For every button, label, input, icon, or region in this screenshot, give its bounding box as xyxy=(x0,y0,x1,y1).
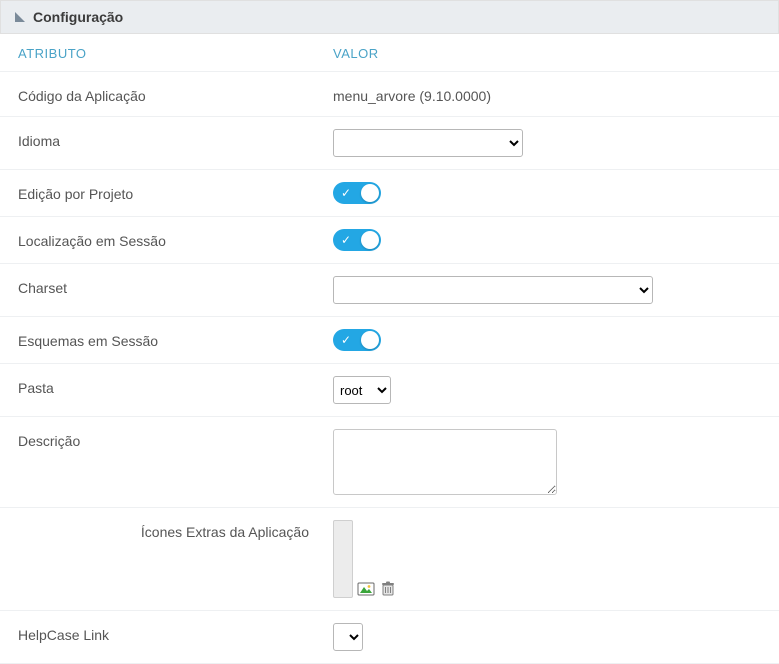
column-header-attr: ATRIBUTO xyxy=(18,46,333,61)
image-add-icon[interactable] xyxy=(357,580,375,598)
row-pasta: Pasta root xyxy=(0,364,779,417)
check-icon: ✓ xyxy=(341,234,351,246)
column-header-val: VALOR xyxy=(333,46,761,61)
toggle-knob xyxy=(361,231,379,249)
check-icon: ✓ xyxy=(341,334,351,346)
row-helpcase: HelpCase Link xyxy=(0,611,779,664)
textarea-descricao[interactable] xyxy=(333,429,557,495)
row-codigo: Código da Aplicação menu_arvore (9.10.00… xyxy=(0,72,779,117)
label-descricao: Descrição xyxy=(18,429,333,449)
row-charset: Charset xyxy=(0,264,779,317)
panel-title: Configuração xyxy=(33,9,123,25)
value-codigo: menu_arvore (9.10.0000) xyxy=(333,84,491,104)
toggle-knob xyxy=(361,331,379,349)
select-pasta[interactable]: root xyxy=(333,376,391,404)
row-esquemas-sessao: Esquemas em Sessão ✓ xyxy=(0,317,779,364)
label-idioma: Idioma xyxy=(18,129,333,149)
icon-list-well[interactable] xyxy=(333,520,353,598)
row-icones-extras: Ícones Extras da Aplicação xyxy=(0,508,779,611)
check-icon: ✓ xyxy=(341,187,351,199)
row-edicao-projeto: Edição por Projeto ✓ xyxy=(0,170,779,217)
label-helpcase: HelpCase Link xyxy=(18,623,333,643)
panel-header[interactable]: Configuração xyxy=(0,0,779,34)
label-codigo: Código da Aplicação xyxy=(18,84,333,104)
label-edicao-projeto: Edição por Projeto xyxy=(18,182,333,202)
label-localizacao-sessao: Localização em Sessão xyxy=(18,229,333,249)
label-icones-extras: Ícones Extras da Aplicação xyxy=(18,520,333,540)
toggle-edicao-projeto[interactable]: ✓ xyxy=(333,182,381,204)
row-descricao: Descrição xyxy=(0,417,779,508)
row-idioma: Idioma xyxy=(0,117,779,170)
label-charset: Charset xyxy=(18,276,333,296)
icon-picker xyxy=(333,520,397,598)
trash-icon[interactable] xyxy=(379,580,397,598)
select-idioma[interactable] xyxy=(333,129,523,157)
toggle-esquemas-sessao[interactable]: ✓ xyxy=(333,329,381,351)
column-headers: ATRIBUTO VALOR xyxy=(0,34,779,72)
select-helpcase[interactable] xyxy=(333,623,363,651)
select-charset[interactable] xyxy=(333,276,653,304)
row-localizacao-sessao: Localização em Sessão ✓ xyxy=(0,217,779,264)
collapse-icon xyxy=(15,9,25,25)
label-pasta: Pasta xyxy=(18,376,333,396)
label-esquemas-sessao: Esquemas em Sessão xyxy=(18,329,333,349)
toggle-localizacao-sessao[interactable]: ✓ xyxy=(333,229,381,251)
toggle-knob xyxy=(361,184,379,202)
